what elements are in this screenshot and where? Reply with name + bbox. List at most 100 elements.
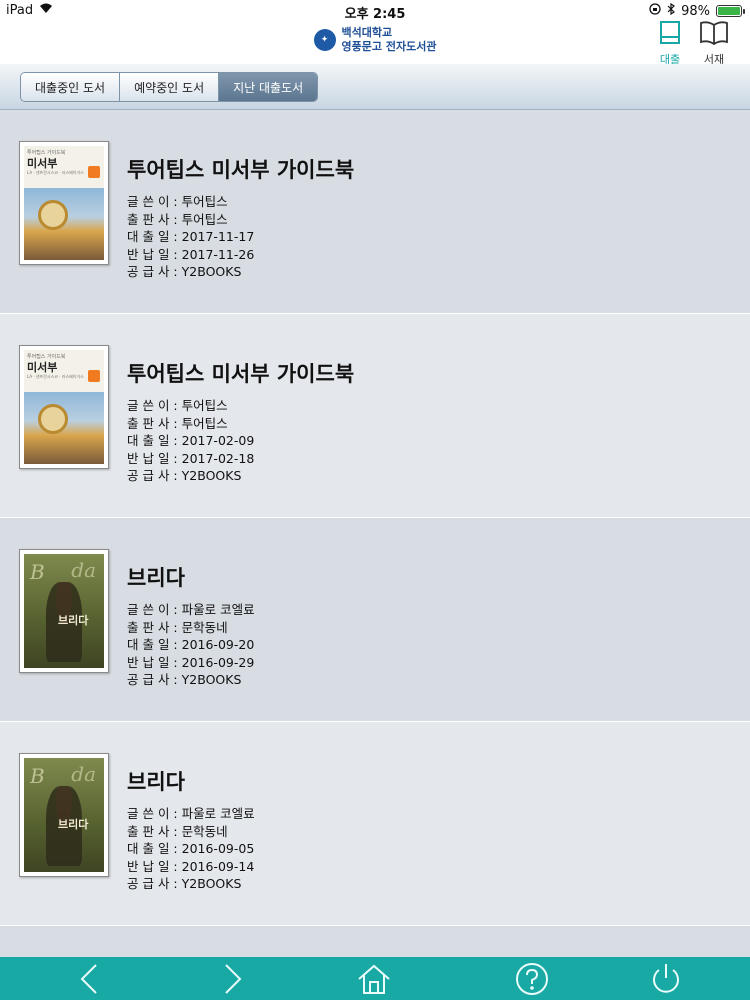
return-date-value: 2017-11-26: [181, 246, 255, 262]
supplier-row: 공 급 사 : Y2BOOKS: [127, 263, 254, 281]
loan-button[interactable]: 대출: [648, 20, 692, 66]
home-button[interactable]: [356, 961, 392, 997]
clock-tower-icon: [38, 404, 68, 434]
loan-date-value: 2017-02-09: [181, 433, 255, 449]
tab-current-loans[interactable]: 대출중인 도서: [21, 73, 121, 101]
loan-date-row: 대 출 일 : 2016-09-20: [127, 636, 255, 654]
loan-date-value: 2016-09-05: [181, 841, 255, 857]
author-label: 글 쓴 이 :: [127, 194, 178, 209]
book-meta: 글 쓴 이 : 파울로 코엘료 출 판 사 : 문학동네 대 출 일 : 201…: [127, 601, 255, 689]
author-label: 글 쓴 이 :: [127, 398, 178, 413]
clock-tower-icon: [38, 200, 68, 230]
publisher-label: 출 판 사 :: [127, 823, 178, 839]
lock-rotation-icon: [649, 3, 661, 19]
battery-level: [718, 7, 740, 15]
logo-line2: 영풍문고 전자도서관: [341, 40, 437, 53]
return-date-row: 반 납 일 : 2016-09-29: [127, 654, 255, 672]
forward-icon: [225, 964, 242, 994]
supplier-value: Y2BOOKS: [181, 468, 242, 484]
book-title[interactable]: 투어팁스 미서부 가이드북: [127, 154, 354, 184]
cover-title-text: 미서부: [27, 361, 58, 374]
help-icon: [516, 963, 548, 995]
back-button[interactable]: [72, 961, 108, 997]
open-book-icon: [699, 20, 729, 50]
book-title[interactable]: 투어팁스 미서부 가이드북: [127, 358, 354, 388]
list-item[interactable]: 투어팁스 가이드북 미서부 LA · 샌프란시스코 · 라스베이거스 투어팁스 …: [0, 314, 750, 518]
author-value: 파울로 코엘료: [181, 602, 255, 617]
battery-icon: [716, 5, 745, 17]
author-value: 파울로 코엘료: [181, 806, 255, 821]
book-cover[interactable]: 투어팁스 가이드북 미서부 LA · 샌프란시스코 · 라스베이거스: [19, 141, 109, 265]
return-date-label: 반 납 일 :: [127, 858, 178, 874]
publisher-row: 출 판 사 : 문학동네: [127, 619, 255, 637]
book-title[interactable]: 브리다: [127, 766, 185, 796]
supplier-value: Y2BOOKS: [181, 876, 242, 892]
author-row: 글 쓴 이 : 투어팁스: [127, 193, 254, 211]
return-date-value: 2016-09-14: [181, 858, 255, 874]
loan-date-label: 대 출 일 :: [127, 841, 178, 857]
book-title[interactable]: 브리다: [127, 562, 185, 592]
publisher-row: 출 판 사 : 투어팁스: [127, 415, 254, 433]
book-meta: 글 쓴 이 : 투어팁스 출 판 사 : 투어팁스 대 출 일 : 2017-0…: [127, 397, 254, 485]
publisher-value: 문학동네: [181, 823, 228, 839]
bottom-toolbar: [0, 957, 750, 1000]
book-meta: 글 쓴 이 : 투어팁스 출 판 사 : 투어팁스 대 출 일 : 2017-1…: [127, 193, 254, 281]
list-item[interactable]: B da 브리다 브리다 글 쓴 이 : 파울로 코엘료 출 판 사 : 문학동…: [0, 722, 750, 926]
book-cover[interactable]: B da 브리다: [19, 753, 109, 877]
publisher-row: 출 판 사 : 투어팁스: [127, 211, 254, 229]
loan-date-value: 2016-09-20: [181, 637, 255, 653]
loan-date-label: 대 출 일 :: [127, 229, 178, 245]
publisher-label: 출 판 사 :: [127, 415, 178, 431]
cover-badge-icon: [88, 370, 100, 382]
author-row: 글 쓴 이 : 파울로 코엘료: [127, 805, 255, 823]
author-value: 투어팁스: [181, 194, 228, 209]
cover-badge-icon: [88, 166, 100, 178]
publisher-row: 출 판 사 : 문학동네: [127, 823, 255, 841]
return-date-value: 2017-02-18: [181, 450, 255, 466]
return-date-row: 반 납 일 : 2016-09-14: [127, 858, 255, 876]
home-icon: [358, 964, 390, 994]
book-meta: 글 쓴 이 : 파울로 코엘료 출 판 사 : 문학동네 대 출 일 : 201…: [127, 805, 255, 893]
publisher-value: 투어팁스: [181, 211, 228, 227]
power-button[interactable]: [648, 961, 684, 997]
cover-deco-right: da: [71, 558, 96, 582]
supplier-row: 공 급 사 : Y2BOOKS: [127, 467, 254, 485]
publisher-value: 투어팁스: [181, 415, 228, 431]
return-date-row: 반 납 일 : 2017-11-26: [127, 246, 254, 264]
cover-sub-text: LA · 샌프란시스코 · 라스베이거스: [27, 374, 84, 379]
loan-date-label: 대 출 일 :: [127, 433, 178, 449]
cover-sub-text: LA · 샌프란시스코 · 라스베이거스: [27, 170, 84, 175]
publisher-value: 문학동네: [181, 619, 228, 635]
cover-title-text: 미서부: [27, 157, 58, 170]
supplier-row: 공 급 사 : Y2BOOKS: [127, 875, 255, 893]
cover-title-text: 브리다: [58, 818, 89, 831]
help-button[interactable]: [514, 961, 550, 997]
logo-line1: 백석대학교: [341, 26, 393, 39]
loan-date-value: 2017-11-17: [181, 229, 255, 245]
book-cover[interactable]: B da 브리다: [19, 549, 109, 673]
shelf-button[interactable]: 서재: [692, 20, 736, 66]
list-item-partial: [0, 926, 750, 957]
forward-button[interactable]: [214, 961, 250, 997]
return-date-label: 반 납 일 :: [127, 450, 178, 466]
loan-date-row: 대 출 일 : 2016-09-05: [127, 840, 255, 858]
cover-title-text: 브리다: [58, 614, 89, 627]
tab-reservations[interactable]: 예약중인 도서: [120, 73, 220, 101]
supplier-label: 공 급 사 :: [127, 876, 178, 892]
cover-deco-left: B: [30, 560, 45, 584]
author-row: 글 쓴 이 : 투어팁스: [127, 397, 254, 415]
return-date-label: 반 납 일 :: [127, 246, 178, 262]
tab-past-loans[interactable]: 지난 대출도서: [219, 73, 318, 101]
list-item[interactable]: 투어팁스 가이드북 미서부 LA · 샌프란시스코 · 라스베이거스 투어팁스 …: [0, 110, 750, 314]
status-bar: iPad 오후 2:45 98%: [0, 0, 750, 22]
supplier-value: Y2BOOKS: [181, 264, 242, 280]
power-icon: [653, 964, 679, 993]
list-item[interactable]: B da 브리다 브리다 글 쓴 이 : 파울로 코엘료 출 판 사 : 문학동…: [0, 518, 750, 722]
cover-deco-right: da: [71, 762, 96, 786]
book-cover[interactable]: 투어팁스 가이드북 미서부 LA · 샌프란시스코 · 라스베이거스: [19, 345, 109, 469]
supplier-label: 공 급 사 :: [127, 264, 178, 280]
publisher-label: 출 판 사 :: [127, 619, 178, 635]
loan-date-row: 대 출 일 : 2017-11-17: [127, 228, 254, 246]
loan-date-row: 대 출 일 : 2017-02-09: [127, 432, 254, 450]
cover-deco-left: B: [30, 764, 45, 788]
